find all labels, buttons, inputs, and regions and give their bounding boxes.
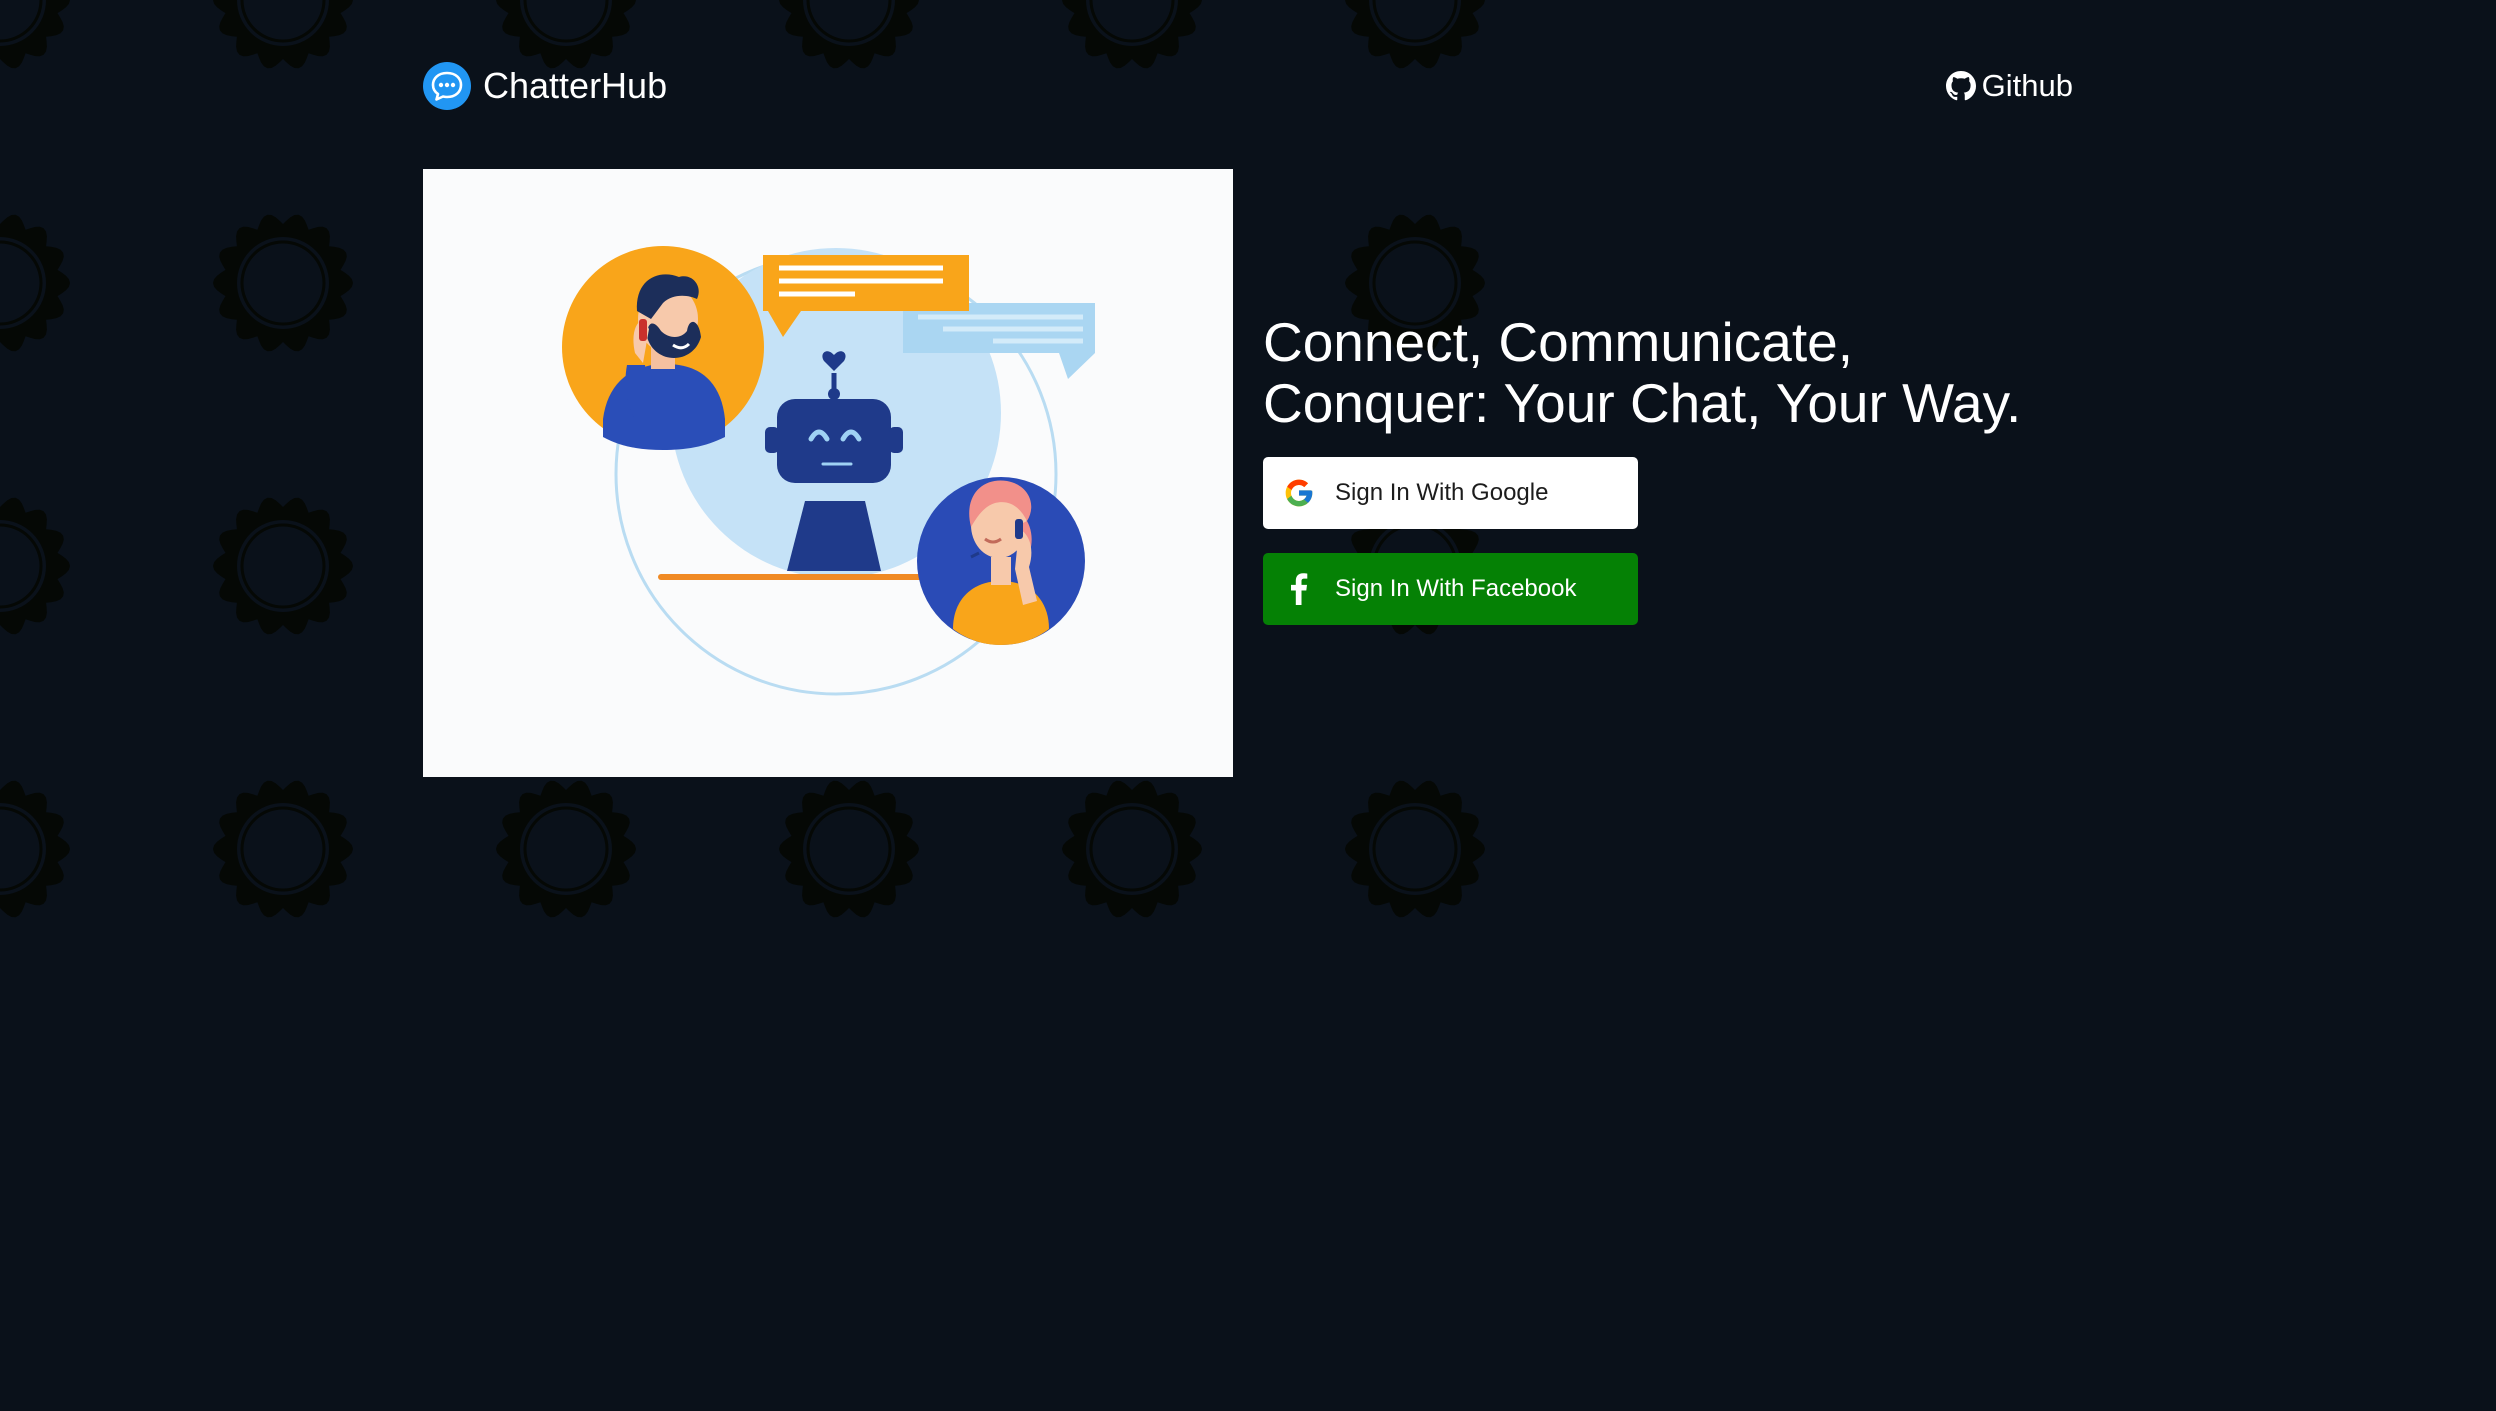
customer-support-chat-illustration [423, 169, 1233, 777]
pattern-ring [213, 0, 353, 69]
woman-avatar [917, 477, 1085, 645]
pattern-ring [0, 0, 70, 69]
google-icon [1285, 479, 1313, 507]
brand-link[interactable]: ChatterHub [423, 58, 667, 114]
google-sign-in-button[interactable]: Sign In With Google [1263, 457, 1638, 529]
page-headline: Connect, Communicate, Conquer: Your Chat… [1263, 311, 2022, 434]
top-navbar: ChatterHub Github [423, 58, 2073, 114]
facebook-icon [1291, 573, 1308, 605]
github-label: Github [1981, 68, 2073, 103]
google-sign-in-label: Sign In With Google [1335, 479, 1549, 506]
chat-bubble-icon [423, 62, 471, 110]
brand-name: ChatterHub [483, 65, 668, 106]
pattern-ring [213, 497, 353, 635]
pattern-ring [0, 214, 70, 352]
pattern-ring [496, 780, 636, 918]
facebook-sign-in-button[interactable]: Sign In With Facebook [1263, 553, 1638, 625]
pattern-ring [1345, 780, 1485, 918]
background-pattern [0, 0, 1485, 918]
pattern-ring [213, 214, 353, 352]
pattern-ring [0, 497, 70, 635]
github-icon [1945, 71, 1976, 101]
github-link[interactable]: Github [1945, 58, 2073, 114]
pattern-ring [1062, 780, 1202, 918]
pattern-ring [779, 780, 919, 918]
pattern-ring [0, 780, 70, 918]
facebook-sign-in-label: Sign In With Facebook [1335, 575, 1577, 602]
pattern-ring [213, 780, 353, 918]
